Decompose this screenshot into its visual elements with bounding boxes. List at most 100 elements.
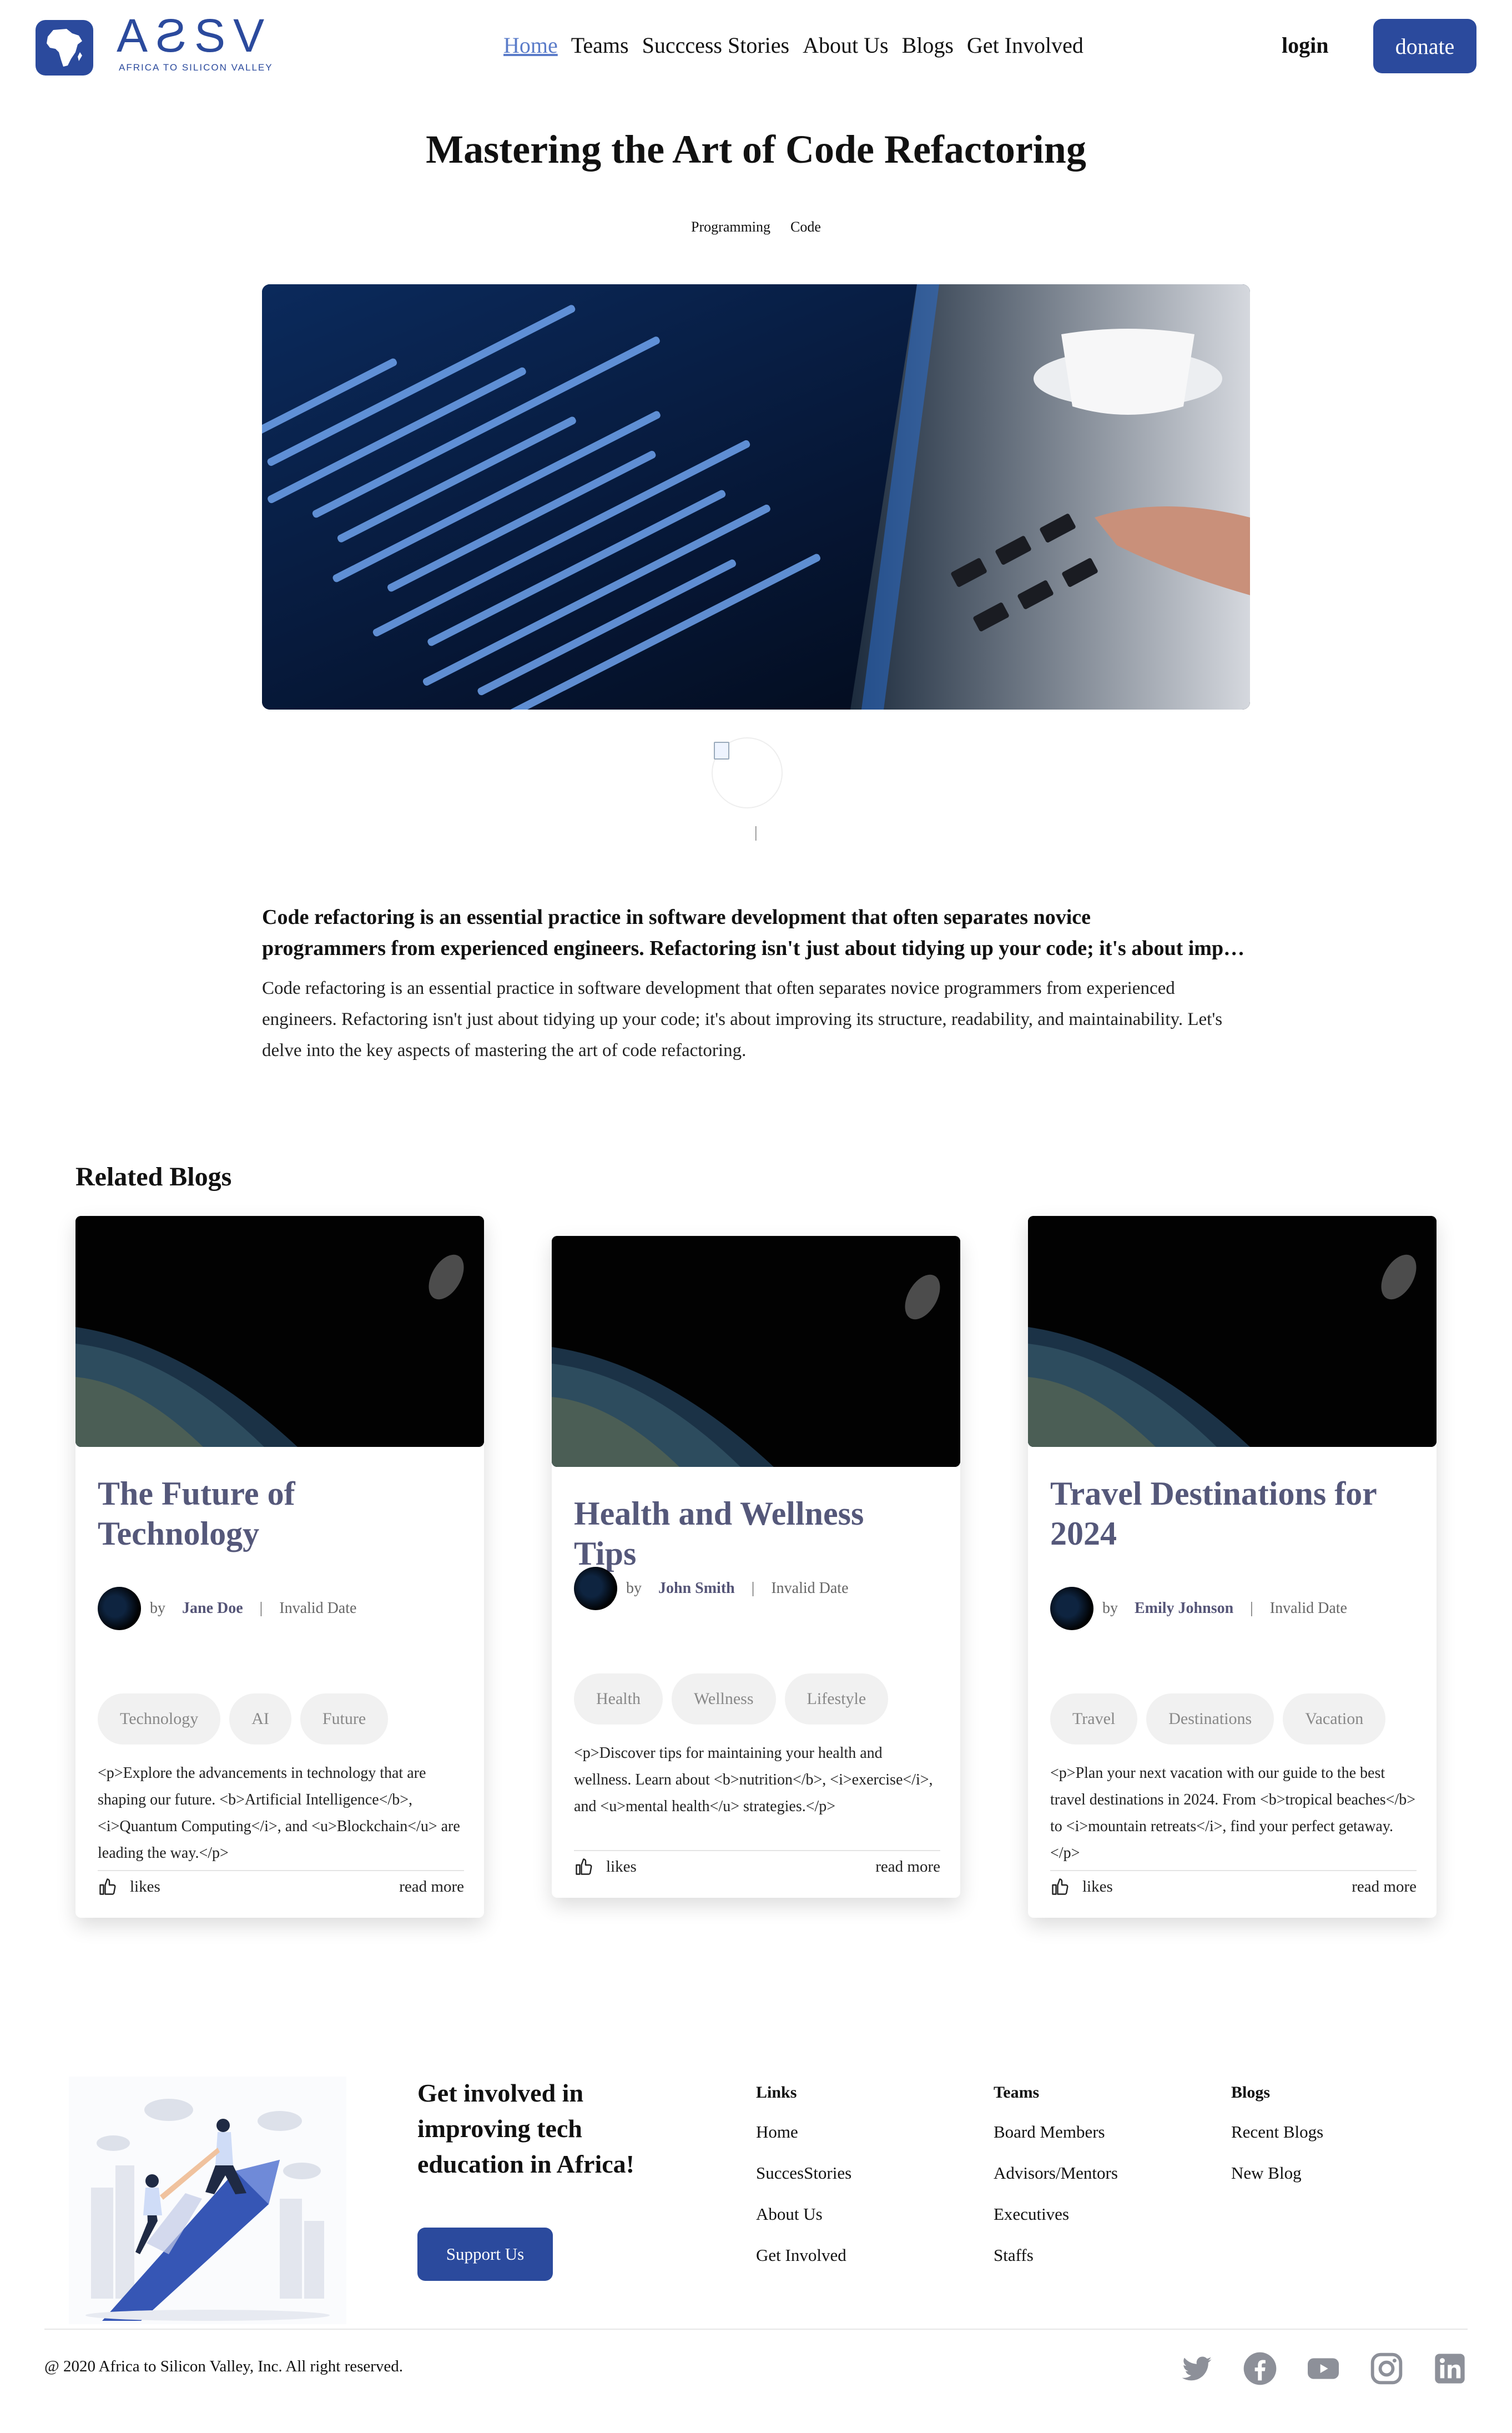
cta-heading: Get involved in improving tech education…	[417, 2079, 634, 2178]
post-date: Invalid Date	[279, 1600, 357, 1617]
card-author: by Jane Doe | Invalid Date	[98, 1587, 356, 1630]
footer-column-heading: Teams	[994, 2083, 1040, 2102]
footer-link[interactable]: Board Members	[994, 2122, 1118, 2142]
nav-get-involved[interactable]: Get Involved	[967, 32, 1083, 58]
tag-chip[interactable]: Wellness	[671, 1673, 776, 1725]
tag-chip[interactable]: Travel	[1050, 1693, 1138, 1745]
footer-blogs-column: Blogs Recent Blogs New Blog	[1231, 2083, 1323, 2204]
card-footer: likes read more	[1050, 1877, 1417, 1897]
earth-space-photo	[1028, 1216, 1437, 1447]
card-footer: likes read more	[574, 1857, 940, 1877]
card-footer: likes read more	[98, 1877, 464, 1897]
footer-link[interactable]: Home	[756, 2122, 851, 2142]
author-avatar	[1050, 1587, 1093, 1630]
like-button[interactable]: likes	[98, 1877, 160, 1897]
author-name[interactable]: John Smith	[658, 1580, 735, 1597]
tag-chip[interactable]: AI	[229, 1693, 291, 1745]
teamwork-climb-illustration	[69, 2077, 346, 2324]
thumbs-up-icon	[1052, 1878, 1069, 1895]
author-name[interactable]: Emily Johnson	[1135, 1600, 1233, 1617]
card-title[interactable]: Travel Destinations for 2024	[1050, 1474, 1405, 1554]
likes-label: likes	[130, 1877, 160, 1896]
post-lead: Code refactoring is an essential practic…	[262, 902, 1250, 964]
post-tag[interactable]: Code	[790, 219, 821, 235]
earth-space-photo	[75, 1216, 484, 1447]
support-us-button[interactable]: Support Us	[417, 2228, 553, 2281]
card-title[interactable]: The Future of Technology	[98, 1474, 453, 1554]
footer-link[interactable]: Recent Blogs	[1231, 2122, 1323, 2142]
footer-divider	[44, 2329, 1468, 2330]
nav-home[interactable]: Home	[503, 32, 558, 58]
instagram-icon[interactable]	[1369, 2351, 1404, 2386]
author-name[interactable]: Jane Doe	[182, 1600, 243, 1617]
like-button[interactable]: likes	[1050, 1877, 1113, 1897]
likes-label: likes	[606, 1857, 637, 1876]
card-author: by John Smith | Invalid Date	[574, 1567, 849, 1610]
tag-chip[interactable]: Health	[574, 1673, 663, 1725]
author-avatar	[712, 737, 783, 808]
footer-illustration	[69, 2077, 346, 2324]
africa-map-icon	[47, 29, 82, 67]
nav-teams[interactable]: Teams	[571, 32, 629, 58]
read-more-link[interactable]: read more	[1352, 1878, 1417, 1896]
post-tag[interactable]: Programming	[691, 219, 770, 235]
nav-about-us[interactable]: About Us	[803, 32, 888, 58]
post-lead-line: programmers from experienced engineers. …	[262, 937, 1250, 960]
blog-card[interactable]: The Future of Technology by Jane Doe | I…	[75, 1216, 484, 1918]
blog-card[interactable]: Travel Destinations for 2024 by Emily Jo…	[1028, 1216, 1437, 1918]
broken-image-icon	[714, 742, 729, 760]
thumbs-up-icon	[576, 1858, 592, 1875]
footer-link[interactable]: New Blog	[1231, 2163, 1323, 2183]
meta-separator: |	[751, 1580, 755, 1597]
card-tags: Travel Destinations Vacation	[1050, 1693, 1386, 1745]
login-link[interactable]: login	[1282, 32, 1328, 58]
thumbs-up-icon	[99, 1878, 116, 1895]
author-avatar	[98, 1587, 141, 1630]
twitter-icon[interactable]	[1179, 2351, 1214, 2386]
card-image	[75, 1216, 484, 1447]
footer-link[interactable]: Executives	[994, 2204, 1118, 2224]
logo-wordmark[interactable]: AƧSV	[117, 12, 272, 59]
tag-chip[interactable]: Future	[300, 1693, 389, 1745]
card-excerpt: <p>Explore the advancements in technolog…	[98, 1765, 460, 1862]
youtube-icon[interactable]	[1306, 2351, 1341, 2386]
tag-chip[interactable]: Vacation	[1283, 1693, 1386, 1745]
footer-link[interactable]: SuccesStories	[756, 2163, 851, 2183]
read-more-link[interactable]: read more	[399, 1878, 464, 1896]
code-laptop-photo	[262, 284, 1250, 710]
logo-tagline: AFRICA TO SILICON VALLEY	[119, 62, 273, 73]
linkedin-icon[interactable]	[1432, 2351, 1468, 2386]
tag-chip[interactable]: Lifestyle	[784, 1673, 889, 1725]
like-button[interactable]: likes	[574, 1857, 637, 1877]
card-tags: Technology AI Future	[98, 1693, 389, 1745]
logo-badge[interactable]	[36, 20, 93, 76]
earth-space-photo	[552, 1236, 960, 1467]
by-label: by	[626, 1580, 642, 1597]
card-author: by Emily Johnson | Invalid Date	[1050, 1587, 1347, 1630]
card-title[interactable]: Health and Wellness Tips	[574, 1494, 929, 1574]
tag-chip[interactable]: Destinations	[1146, 1693, 1274, 1745]
post-body: Code refactoring is an essential practic…	[262, 978, 1223, 1060]
meta-separator: |	[1250, 1600, 1253, 1617]
hero-image	[262, 284, 1250, 710]
likes-label: likes	[1082, 1877, 1113, 1896]
card-divider	[574, 1850, 940, 1851]
footer-link[interactable]: Staffs	[994, 2245, 1118, 2265]
nav-success-stories[interactable]: Succcess Stories	[642, 32, 790, 58]
by-label: by	[1102, 1600, 1118, 1617]
footer-teams-column: Teams Board Members Advisors/Mentors Exe…	[994, 2083, 1118, 2286]
card-tags: Health Wellness Lifestyle	[574, 1673, 889, 1725]
footer-link[interactable]: About Us	[756, 2204, 851, 2224]
nav-blogs[interactable]: Blogs	[902, 32, 954, 58]
facebook-icon[interactable]	[1242, 2351, 1278, 2386]
footer-link[interactable]: Get Involved	[756, 2245, 851, 2265]
donate-button[interactable]: donate	[1373, 19, 1476, 73]
blog-card[interactable]: Health and Wellness Tips by John Smith |…	[552, 1236, 960, 1898]
related-blogs-heading: Related Blogs	[75, 1162, 232, 1192]
footer-link[interactable]: Advisors/Mentors	[994, 2163, 1118, 2183]
post-lead-line: Code refactoring is an essential practic…	[262, 906, 1091, 929]
meta-separator: |	[259, 1600, 263, 1617]
read-more-link[interactable]: read more	[875, 1858, 940, 1876]
author-meta-separator: |	[754, 824, 758, 841]
tag-chip[interactable]: Technology	[98, 1693, 221, 1745]
